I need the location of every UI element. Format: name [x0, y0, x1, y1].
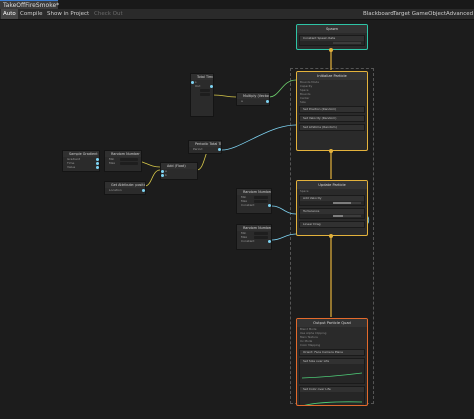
wire-time-to-multiply: [212, 94, 237, 98]
output-block-title: Orient: Face Camera Plane: [300, 350, 364, 355]
init-block[interactable]: Set Velocity (Random): [299, 115, 365, 122]
flow-port[interactable]: [329, 48, 333, 52]
output-block-title: Set Color over Life: [300, 387, 364, 392]
spawn-context[interactable]: Spawn Constant Spawn Rate: [296, 24, 368, 50]
output-port[interactable]: [218, 147, 221, 151]
update-context[interactable]: Update Particle Space Add Velocity Turbu…: [296, 180, 368, 236]
wire-random-b-to-update: [271, 233, 297, 241]
wire-random-a-to-update: [271, 205, 297, 215]
output-context[interactable]: Output Particle Quad Blend Mode Use Alph…: [296, 318, 368, 406]
update-row: Space: [300, 189, 309, 193]
output-port[interactable]: [96, 165, 99, 169]
operator-random-b[interactable]: Random Number Min Max Constant: [236, 224, 272, 250]
spawn-rate-field[interactable]: [333, 42, 361, 44]
spawn-block[interactable]: Constant Spawn Rate: [299, 35, 365, 46]
init-block-title: Set Position (Random): [300, 107, 364, 112]
output-row: Color Mapping: [300, 343, 321, 347]
value-field[interactable]: [200, 92, 210, 96]
operator-row: Value: [63, 165, 99, 169]
operator-multiply[interactable]: Multiply (Vector3) a: [236, 92, 270, 106]
color-gradient-preview[interactable]: [300, 399, 364, 406]
operator-get-attribute[interactable]: Get Attribute: position Location: [104, 181, 146, 195]
value-field[interactable]: [120, 161, 138, 165]
size-curve[interactable]: [300, 371, 364, 379]
output-block[interactable]: Set Color over Life: [299, 386, 365, 406]
initialize-context-title: Initialize Particle: [297, 72, 367, 80]
operator-row: Constant: [237, 203, 271, 207]
operator-row: Period: [189, 147, 221, 151]
update-block-row: [300, 201, 364, 205]
wire-gradientpos-to-add: [144, 169, 161, 187]
initialize-context[interactable]: Initialize Particle Bounds Mode Capacity…: [296, 71, 368, 151]
output-port[interactable]: [142, 188, 145, 192]
operator-sample-gradient[interactable]: Sample Gradient Gradient Time Value: [62, 150, 100, 172]
update-block[interactable]: Add Velocity: [299, 195, 365, 206]
init-row: Size: [300, 100, 306, 104]
wire-multiply-to-initialize: [268, 79, 297, 98]
wire-periodic-to-initialize: [221, 124, 297, 151]
input-port[interactable]: [161, 173, 164, 177]
update-block-row: [300, 214, 364, 218]
output-context-title: Output Particle Quad: [297, 319, 367, 327]
operator-add[interactable]: Add (Float) a b: [160, 162, 198, 180]
operator-row: Max: [105, 161, 141, 165]
operator-time[interactable]: Total Time (VFX) s Out: [190, 73, 214, 117]
init-block-title: Set Velocity (Random): [300, 116, 364, 121]
output-block-title: Set Size over Life: [300, 359, 364, 364]
operator-row: [191, 92, 213, 96]
operator-row: Location: [105, 188, 145, 192]
spawn-context-title: Spawn: [297, 25, 367, 33]
flow-port[interactable]: [329, 234, 333, 238]
output-port[interactable]: [268, 239, 271, 243]
operator-gradient-position[interactable]: Random Number Min Max: [104, 150, 142, 172]
spawn-rate-row: [300, 41, 364, 45]
init-block-title: Set Lifetime (Random): [300, 125, 364, 130]
operator-random-a[interactable]: Random Number Min Max Constant: [236, 188, 272, 214]
update-block-title: Linear Drag: [300, 222, 364, 227]
init-block[interactable]: Set Lifetime (Random): [299, 124, 365, 131]
update-block[interactable]: Turbulence: [299, 208, 365, 219]
operator-row: b: [161, 173, 197, 177]
operator-periodic[interactable]: Periodic Total Time Period: [188, 140, 222, 154]
operator-row: a: [237, 99, 269, 103]
update-block-field[interactable]: [333, 215, 361, 217]
output-port[interactable]: [266, 99, 269, 103]
output-port[interactable]: [268, 203, 271, 207]
flow-port[interactable]: [329, 149, 333, 153]
operator-row: Constant: [237, 239, 271, 243]
output-block[interactable]: Orient: Face Camera Plane: [299, 349, 365, 356]
update-block[interactable]: Linear Drag: [299, 221, 365, 228]
update-block-field[interactable]: [333, 202, 361, 204]
update-context-title: Update Particle: [297, 181, 367, 189]
init-block[interactable]: Set Position (Random): [299, 106, 365, 113]
output-block[interactable]: Set Size over Life: [299, 358, 365, 384]
